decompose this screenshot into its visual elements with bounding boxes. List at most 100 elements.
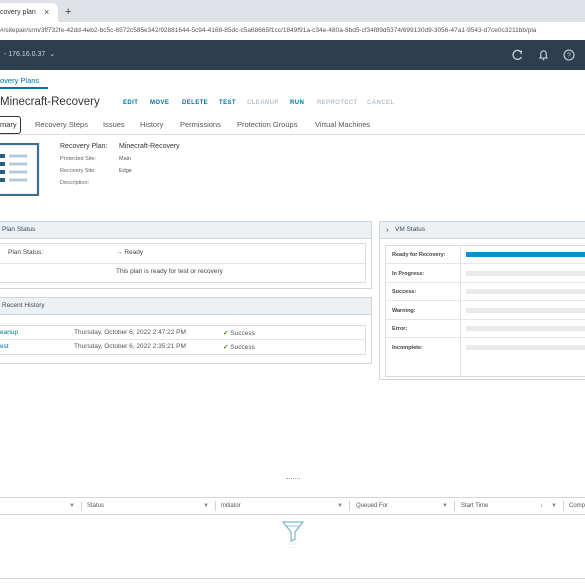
refresh-icon[interactable] — [511, 40, 524, 81]
cleanup-button[interactable]: CLEANUP — [247, 100, 279, 106]
row-divider — [386, 300, 585, 301]
protected-site-value: Main — [119, 156, 131, 162]
row-divider — [386, 281, 585, 283]
test-button[interactable]: TEST — [219, 100, 236, 106]
url-text[interactable]: #/sitepair/srm/3ff732fe-42dd-4eb2-bc5c-6… — [0, 22, 585, 40]
chevron-down-icon: ⌄ — [49, 51, 56, 58]
recovery-site-label: Recovery Site: — [60, 168, 96, 174]
recent-history-title: Recent History — [2, 302, 45, 309]
filter-icon[interactable]: ▼ — [551, 498, 557, 514]
bell-icon[interactable] — [537, 40, 550, 81]
plan-status-text: Ready — [124, 249, 144, 256]
vm-status-label: Warning: — [392, 307, 416, 314]
host-label: - 176.16.0.37 — [4, 51, 46, 58]
tab-summary[interactable]: mary — [0, 116, 21, 134]
column-divider — [349, 501, 350, 511]
plan-status-header: Plan Status — [0, 222, 371, 239]
tab-virtual-machines[interactable]: Virtual Machines — [315, 120, 370, 129]
chevron-right-icon[interactable]: › — [386, 222, 389, 238]
pane-splitter[interactable] — [286, 478, 300, 481]
recovery-plan-icon — [0, 142, 40, 197]
move-button[interactable]: MOVE — [150, 100, 169, 106]
recovery-site-value: Edge — [119, 168, 132, 174]
row-divider — [386, 318, 585, 320]
vm-status-label: Ready for Recovery: — [392, 252, 446, 258]
plan-status-title: Plan Status — [2, 226, 36, 233]
tasks-table-header: ▼ Status ▼ Initiator ▼ Queued For ▼ Star… — [0, 497, 585, 515]
vm-status-bar — [466, 326, 585, 331]
bottom-divider — [0, 578, 585, 579]
column-divider — [563, 501, 564, 511]
help-icon[interactable]: ? — [562, 40, 576, 81]
column-completion[interactable]: Comp — [569, 498, 585, 514]
filter-icon[interactable]: ▼ — [69, 498, 75, 514]
vm-status-card: › VM Status Ready for Recovery: In Progre… — [379, 221, 585, 380]
tab-permissions[interactable]: Permissions — [180, 120, 221, 129]
history-date: Thursday, October 6, 2022 2:47:22 PM — [74, 329, 186, 336]
page-title: Minecraft-Recovery — [0, 96, 100, 108]
app-header: - 176.16.0.37 ⌄ ? — [0, 40, 585, 70]
vm-status-title: VM Status — [395, 226, 425, 233]
recovery-plan-value: Minecraft-Recovery — [119, 143, 180, 150]
plan-status-value: → Ready — [116, 249, 143, 256]
plan-status-table: Plan Status: → Ready This plan is ready … — [0, 243, 366, 283]
column-divider — [81, 501, 82, 511]
address-bar[interactable]: #/sitepair/srm/3ff732fe-42dd-4eb2-bc5c-6… — [0, 22, 585, 41]
recent-history-card: Recent History eanup Thursday, October 6… — [0, 297, 372, 364]
empty-filter-icon — [281, 520, 305, 553]
tab-recovery-steps[interactable]: Recovery Steps — [35, 120, 88, 129]
recovery-plan-label: Recovery Plan: — [60, 143, 108, 150]
arrow-right-icon: → — [116, 249, 123, 256]
vm-status-header[interactable]: › VM Status — [380, 222, 585, 239]
new-tab-icon[interactable]: + — [65, 3, 71, 22]
check-icon: ✓ — [223, 330, 229, 337]
vm-status-label: In Progress: — [392, 270, 425, 277]
protected-site-label: Protected Site: — [60, 156, 97, 162]
plan-status-label: Plan Status: — [8, 249, 44, 256]
tabs-divider — [0, 134, 585, 135]
column-divider — [454, 501, 455, 511]
tab-protection-groups[interactable]: Protection Groups — [237, 120, 297, 129]
vm-status-label: Error: — [392, 326, 408, 332]
vm-status-bar — [466, 289, 585, 294]
vm-status-bar — [466, 307, 585, 313]
tab-issues[interactable]: Issues — [103, 120, 125, 129]
browser-tab[interactable]: covery plan — [0, 3, 58, 22]
column-divider — [215, 501, 216, 511]
plan-status-card: Plan Status Plan Status: → Ready This pl… — [0, 221, 372, 289]
run-button[interactable]: RUN — [290, 100, 304, 106]
host-selector[interactable]: - 176.16.0.37 ⌄ — [4, 40, 55, 70]
column-divider — [460, 246, 461, 376]
column-start-time[interactable]: Start Time — [461, 498, 488, 514]
cancel-button[interactable]: CANCEL — [367, 100, 394, 106]
row-divider — [0, 263, 365, 264]
column-initiator[interactable]: Initiator — [221, 498, 241, 514]
row-divider — [0, 339, 365, 340]
tab-history[interactable]: History — [140, 120, 163, 129]
breadcrumb[interactable]: overy Plans — [0, 76, 39, 85]
history-link-cleanup[interactable]: eanup — [0, 329, 18, 336]
plan-status-message: This plan is ready for test or recovery — [116, 268, 223, 275]
column-queued-for[interactable]: Queued For — [356, 498, 388, 514]
recent-history-table: eanup Thursday, October 6, 2022 2:47:22 … — [0, 325, 366, 355]
edit-button[interactable]: EDIT — [123, 100, 138, 106]
history-status: ✓ Success — [223, 344, 255, 351]
filter-icon[interactable]: ▼ — [337, 498, 343, 514]
row-divider — [386, 263, 585, 264]
filter-icon[interactable]: ▼ — [203, 498, 209, 514]
check-icon: ✓ — [223, 344, 229, 351]
description-label: Description: — [60, 180, 90, 186]
close-tab-icon[interactable]: × — [44, 3, 49, 22]
recent-history-header: Recent History — [0, 298, 371, 315]
filter-icon[interactable]: ▼ — [442, 498, 448, 514]
vm-status-bar-fill — [466, 252, 585, 257]
history-link-test[interactable]: est — [0, 343, 9, 350]
delete-button[interactable]: DELETE — [182, 100, 208, 106]
history-status: ✓ Success — [223, 330, 255, 337]
vm-status-bar — [466, 344, 585, 350]
column-status[interactable]: Status — [87, 498, 104, 514]
svg-text:?: ? — [567, 53, 571, 60]
history-date: Thursday, October 6, 2022 2:35:21 PM — [74, 343, 186, 350]
sort-desc-icon[interactable]: ↓ — [540, 498, 543, 514]
reprotect-button[interactable]: REPROTECT — [317, 100, 358, 106]
